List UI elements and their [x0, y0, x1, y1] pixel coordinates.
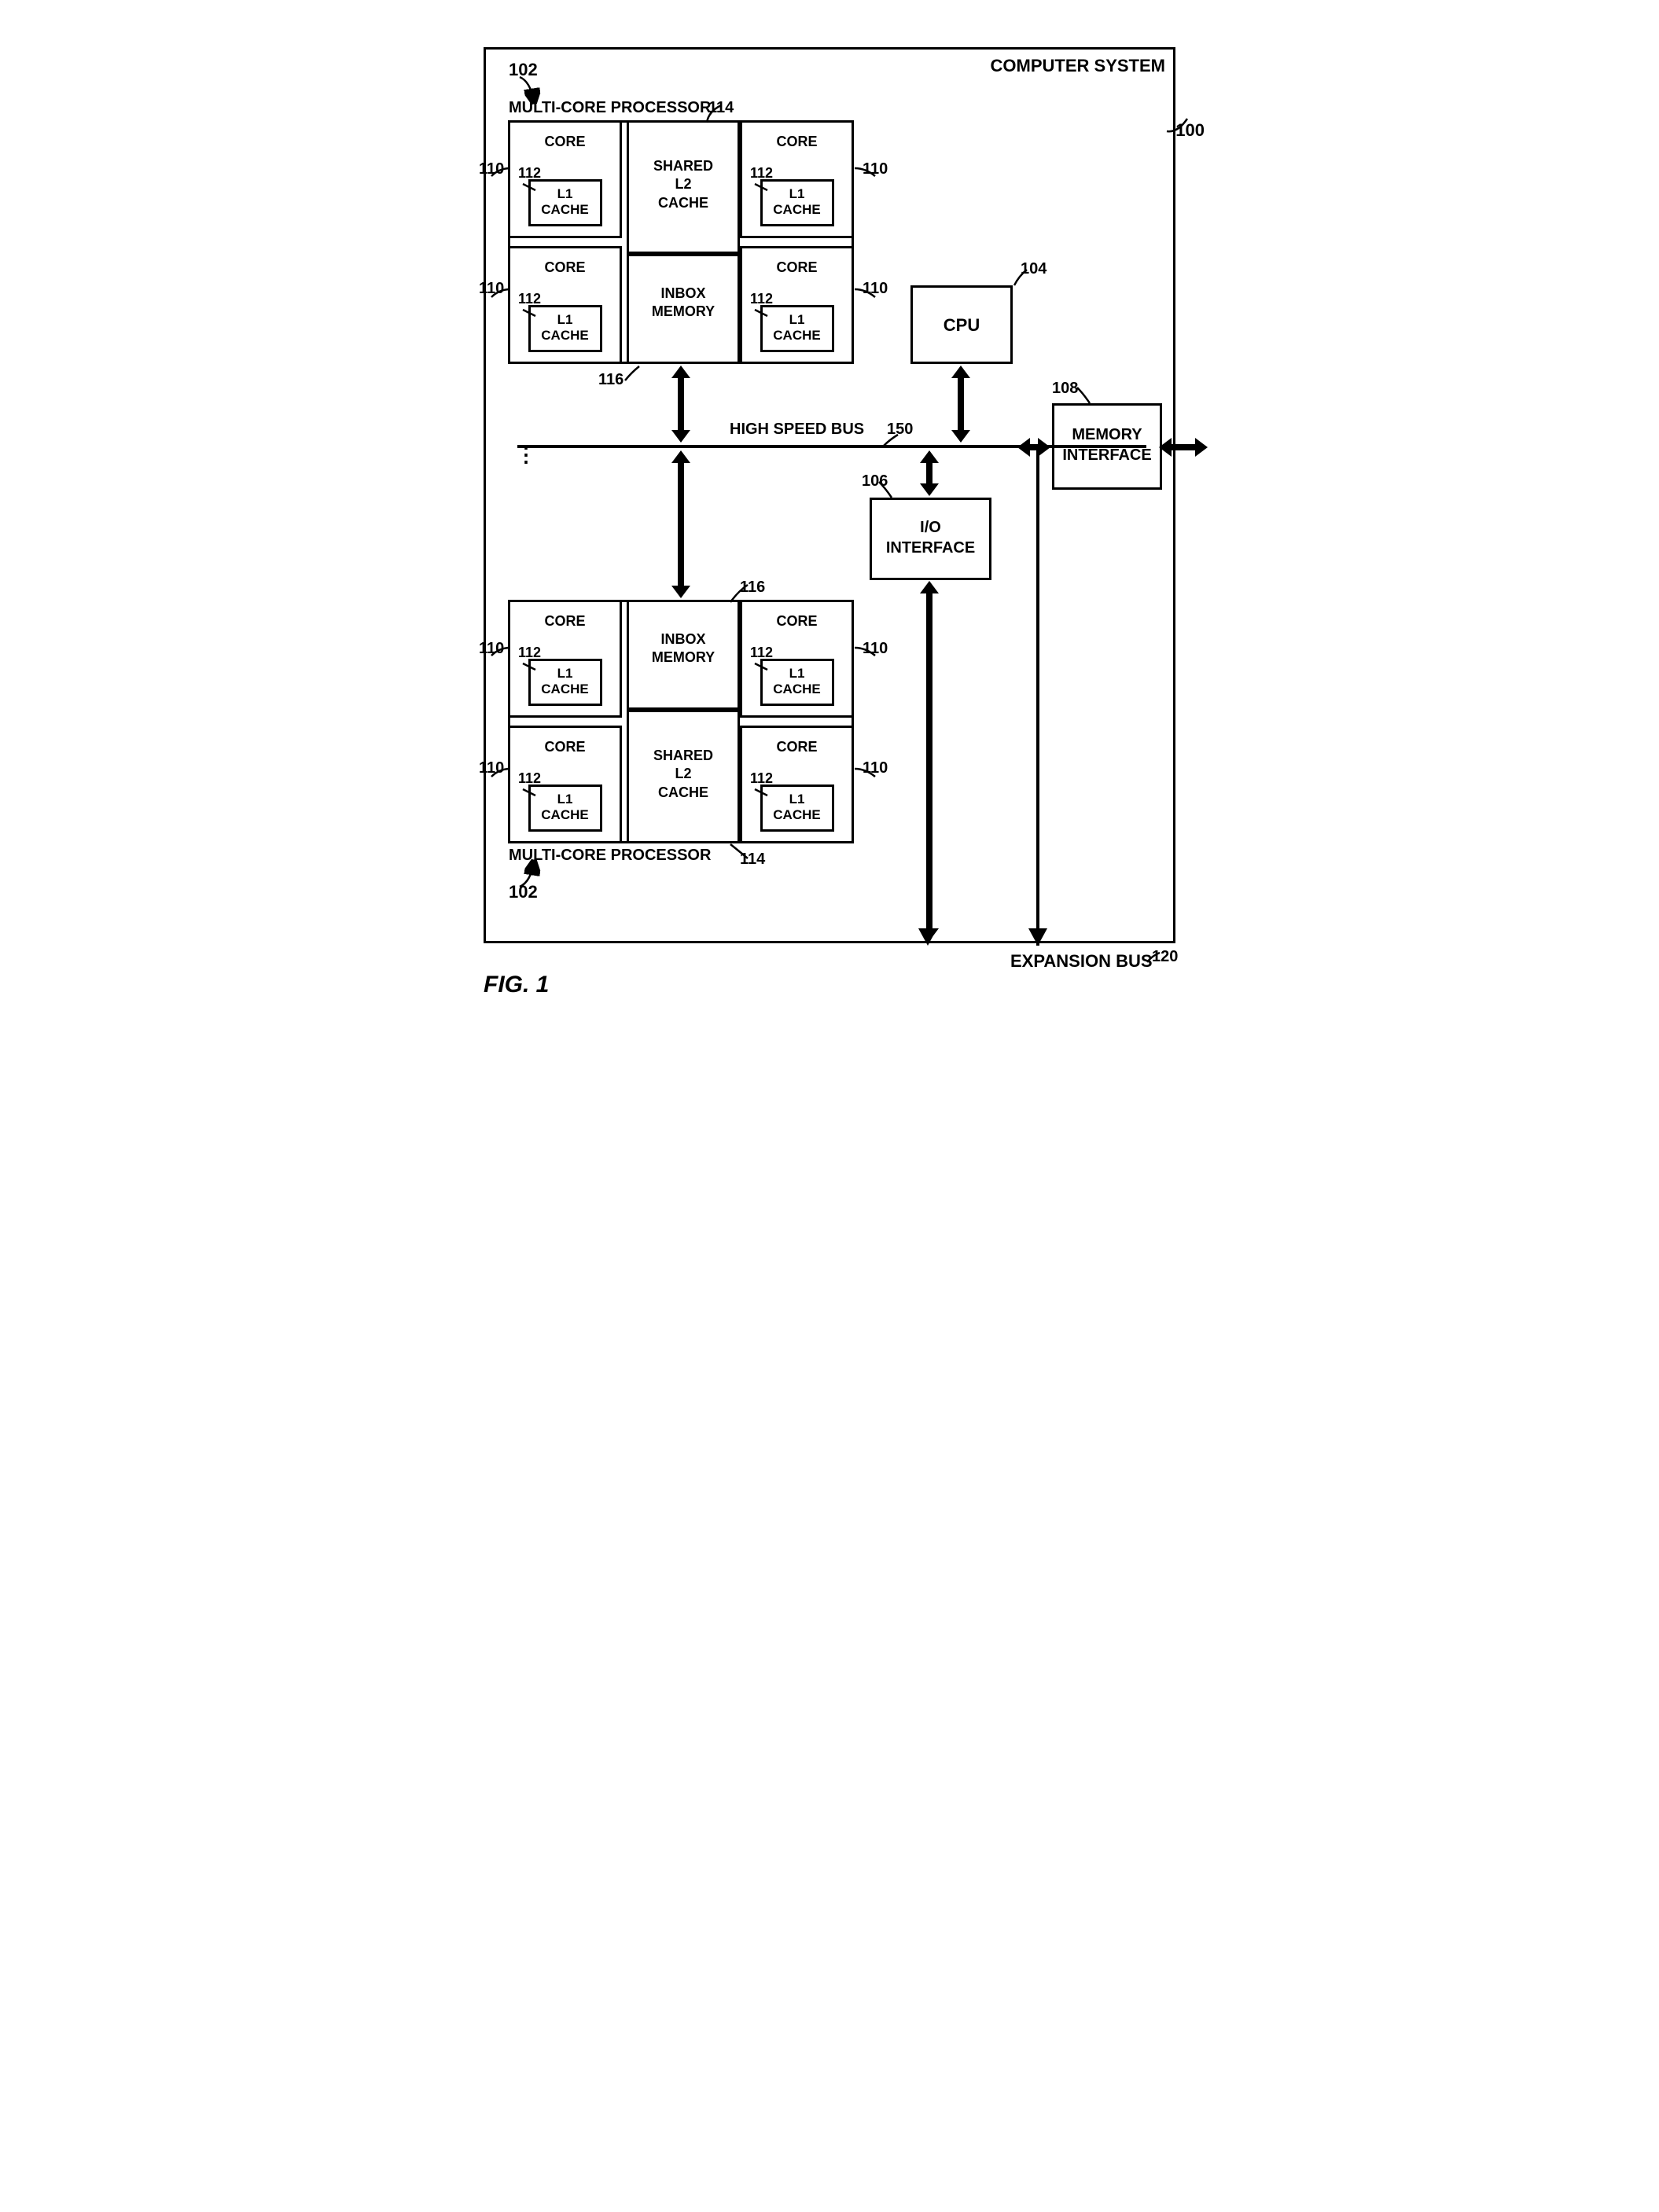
core: CORE L1 CACHE 112 [740, 120, 854, 238]
bus-arrow-icon [926, 461, 932, 485]
computer-system-frame: COMPUTER SYSTEM 100 MULTI-CORE PROCESSOR… [484, 47, 1175, 943]
cpu-box: CPU [910, 285, 1013, 364]
core-label: CORE [510, 123, 620, 150]
ref-112: 112 [518, 291, 541, 307]
l1-cache: L1CACHE [760, 659, 834, 706]
shared-l2-cache: SHARED L2 CACHE [627, 710, 740, 843]
computer-system-label: COMPUTER SYSTEM [991, 56, 1165, 76]
l1-line1: L1 [557, 186, 573, 201]
middle-column: INBOX MEMORY SHARED L2 CACHE [627, 600, 740, 843]
bus-arrow-icon [678, 377, 684, 432]
ellipsis-icon: ⋮ [516, 443, 536, 467]
multi-core-processor-top: MULTI-CORE PROCESSOR 102 CORE L1 CACHE 1… [508, 120, 854, 364]
l1-cache: L1 CACHE [528, 305, 602, 352]
l1-cache: L1CACHE [528, 659, 602, 706]
expansion-bus-label: EXPANSION BUS [1010, 951, 1153, 972]
bus-arrow-icon [678, 461, 684, 587]
high-speed-bus-label: HIGH SPEED BUS [730, 421, 864, 439]
core: CORE L1 CACHE 112 [740, 246, 854, 364]
multi-core-processor-bottom: MULTI-CORE PROCESSOR 102 CORE L1CACHE 11… [508, 600, 854, 843]
core: CORE L1CACHE 112 [740, 600, 854, 718]
middle-column: SHARED L2 CACHE INBOX MEMORY [627, 120, 740, 364]
leader-102-top [499, 74, 542, 105]
ref-112: 112 [750, 165, 773, 182]
l1-cache: L1CACHE [760, 784, 834, 832]
core: CORE L1CACHE 112 [508, 726, 622, 843]
ref-112: 112 [750, 291, 773, 307]
core-label: CORE [742, 123, 852, 150]
figure-label: FIG. 1 [484, 972, 549, 998]
figure-page: COMPUTER SYSTEM 100 MULTI-CORE PROCESSOR… [460, 24, 1199, 998]
arrowhead-down-icon [1028, 928, 1047, 947]
arrowhead-down-icon [918, 928, 937, 947]
inbox-memory: INBOX MEMORY [627, 600, 740, 710]
bus-vertical-line [1036, 446, 1039, 946]
core: CORE L1 CACHE 112 [508, 120, 622, 238]
core: CORE L1CACHE 112 [508, 600, 622, 718]
ref-112: 112 [518, 165, 541, 182]
core-label: CORE [510, 248, 620, 276]
ref-108: 108 [1052, 380, 1078, 398]
l1-line2: CACHE [541, 202, 588, 217]
inbox-memory: INBOX MEMORY [627, 254, 740, 364]
bus-arrow-icon [926, 592, 932, 930]
ref-116: 116 [598, 371, 624, 389]
core: CORE L1 CACHE 112 [508, 246, 622, 364]
l1-cache: L1 CACHE [760, 305, 834, 352]
shared-l2-cache: SHARED L2 CACHE [627, 120, 740, 254]
bus-arrow-icon [1170, 444, 1197, 450]
l1-cache: L1 CACHE [528, 179, 602, 226]
core-label: CORE [742, 248, 852, 276]
l1-cache: L1CACHE [528, 784, 602, 832]
io-interface-box: I/O INTERFACE [870, 498, 991, 580]
bus-arrow-icon [958, 377, 964, 432]
ref-100: 100 [1175, 120, 1205, 141]
l1-cache: L1 CACHE [760, 179, 834, 226]
high-speed-bus-line [517, 445, 1146, 448]
core: CORE L1CACHE 112 [740, 726, 854, 843]
